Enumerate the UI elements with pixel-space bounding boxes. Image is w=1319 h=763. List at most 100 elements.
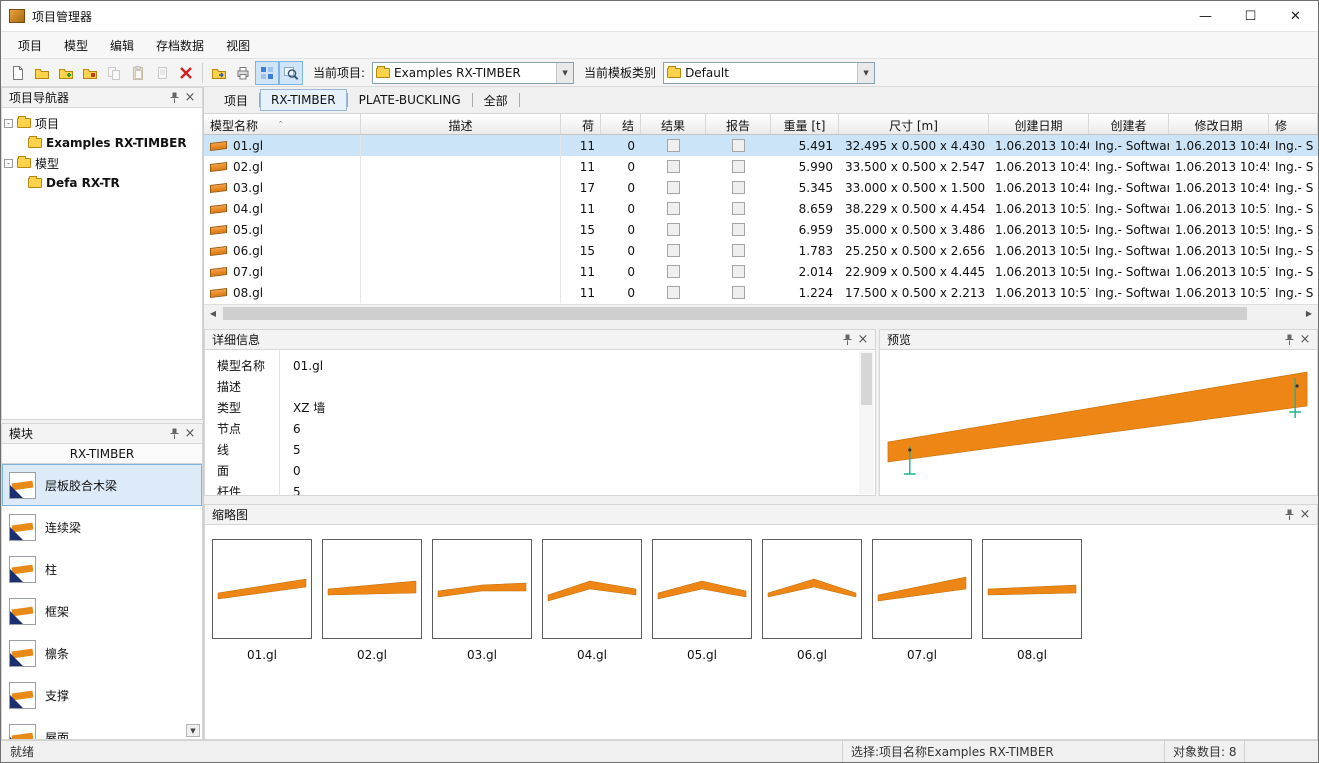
pin-icon[interactable]: [166, 90, 182, 106]
scroll-right-arrow-icon[interactable]: ▶: [1300, 305, 1318, 322]
report-checkbox[interactable]: [732, 181, 745, 194]
open-project-button[interactable]: [30, 61, 54, 85]
module-item-frame[interactable]: 框架: [2, 590, 202, 632]
copy-button[interactable]: [102, 61, 126, 85]
current-project-combo[interactable]: Examples RX-TIMBER ▼: [372, 62, 574, 84]
maximize-button[interactable]: ☐: [1228, 1, 1273, 31]
template-category-combo[interactable]: Default ▼: [663, 62, 875, 84]
report-checkbox[interactable]: [732, 223, 745, 236]
results-checkbox[interactable]: [667, 160, 680, 173]
column-header-created[interactable]: 创建日期: [989, 114, 1089, 134]
tab-plate-buckling[interactable]: PLATE-BUCKLING: [348, 89, 472, 111]
menu-item-view[interactable]: 视图: [215, 33, 261, 58]
column-header-creator[interactable]: 创建者: [1089, 114, 1169, 134]
close-panel-icon[interactable]: ×: [1297, 332, 1313, 348]
close-panel-icon[interactable]: ×: [855, 332, 871, 348]
column-header-result[interactable]: 结: [601, 114, 641, 134]
results-checkbox[interactable]: [667, 139, 680, 152]
thumbnail-item[interactable]: 07.gl: [872, 539, 972, 662]
scroll-left-arrow-icon[interactable]: ◀: [204, 305, 222, 322]
scrollbar-thumb[interactable]: [223, 307, 1247, 320]
horizontal-splitter[interactable]: [204, 321, 1318, 329]
tab-rx-timber[interactable]: RX-TIMBER: [260, 89, 347, 111]
menu-item-project[interactable]: 项目: [7, 33, 53, 58]
tree-node-examples-rx-timber[interactable]: Examples RX-TIMBER: [4, 133, 200, 153]
module-item-purlin[interactable]: 檩条: [2, 632, 202, 674]
column-header-modifier[interactable]: 修: [1269, 114, 1318, 134]
report-checkbox[interactable]: [732, 202, 745, 215]
print-button[interactable]: [231, 61, 255, 85]
column-header-modified[interactable]: 修改日期: [1169, 114, 1269, 134]
table-row[interactable]: 08.gl 11 0 1.224 17.500 x 0.500 x 2.213 …: [204, 282, 1318, 303]
results-checkbox[interactable]: [667, 223, 680, 236]
tab-all[interactable]: 全部: [473, 88, 519, 113]
module-item-roof[interactable]: 屋面: [2, 716, 202, 740]
thumbnail-item[interactable]: 08.gl: [982, 539, 1082, 662]
thumbnail-item[interactable]: 05.gl: [652, 539, 752, 662]
close-panel-icon[interactable]: ×: [182, 426, 198, 442]
import-folder-button[interactable]: [207, 61, 231, 85]
vertical-scrollbar[interactable]: [859, 351, 874, 494]
column-header-weight[interactable]: 重量 [t]: [771, 114, 839, 134]
duplicate-button[interactable]: [150, 61, 174, 85]
menu-item-archive-data[interactable]: 存档数据: [145, 33, 215, 58]
scrollbar-thumb[interactable]: [861, 353, 872, 405]
menu-item-model[interactable]: 模型: [53, 33, 99, 58]
close-panel-icon[interactable]: ×: [1297, 507, 1313, 523]
module-item-brace[interactable]: 支撑: [2, 674, 202, 716]
tree-node-default-template[interactable]: Defa RX-TR: [4, 173, 200, 193]
results-checkbox[interactable]: [667, 286, 680, 299]
column-header-report[interactable]: 报告: [706, 114, 771, 134]
report-checkbox[interactable]: [732, 286, 745, 299]
results-checkbox[interactable]: [667, 181, 680, 194]
tree-expander-icon[interactable]: -: [4, 159, 13, 168]
preview-viewport[interactable]: [879, 350, 1318, 496]
table-row[interactable]: 02.gl 11 0 5.990 33.500 x 0.500 x 2.547 …: [204, 156, 1318, 177]
table-row[interactable]: 04.gl 11 0 8.659 38.229 x 0.500 x 4.454 …: [204, 198, 1318, 219]
results-checkbox[interactable]: [667, 244, 680, 257]
combo-dropdown-arrow-icon[interactable]: ▼: [556, 63, 573, 83]
module-item-column[interactable]: 柱: [2, 548, 202, 590]
table-row[interactable]: 01.gl 11 0 5.491 32.495 x 0.500 x 4.430 …: [204, 135, 1318, 156]
pin-icon[interactable]: [839, 332, 855, 348]
module-item-continuous-beam[interactable]: 连续梁: [2, 506, 202, 548]
menu-item-edit[interactable]: 编辑: [99, 33, 145, 58]
tab-project[interactable]: 项目: [213, 88, 259, 113]
archive-folder-button[interactable]: [78, 61, 102, 85]
report-checkbox[interactable]: [732, 139, 745, 152]
column-header-description[interactable]: 描述: [361, 114, 561, 134]
pin-icon[interactable]: [166, 426, 182, 442]
connect-folder-button[interactable]: [54, 61, 78, 85]
delete-button[interactable]: [174, 61, 198, 85]
tree-node-project[interactable]: - 项目: [4, 113, 200, 133]
tree-expander-icon[interactable]: -: [4, 119, 13, 128]
report-checkbox[interactable]: [732, 160, 745, 173]
minimize-button[interactable]: —: [1183, 1, 1228, 31]
horizontal-splitter[interactable]: [204, 496, 1318, 504]
thumbnail-item[interactable]: 03.gl: [432, 539, 532, 662]
pin-icon[interactable]: [1281, 507, 1297, 523]
table-row[interactable]: 05.gl 15 0 6.959 35.000 x 0.500 x 3.486 …: [204, 219, 1318, 240]
modules-scroll-down-button[interactable]: ▼: [186, 724, 200, 737]
close-panel-icon[interactable]: ×: [182, 90, 198, 106]
table-row[interactable]: 03.gl 17 0 5.345 33.000 x 0.500 x 1.500 …: [204, 177, 1318, 198]
preview-search-toggle[interactable]: [279, 61, 303, 85]
report-checkbox[interactable]: [732, 265, 745, 278]
horizontal-scrollbar[interactable]: ◀ ▶: [204, 304, 1318, 321]
column-header-results[interactable]: 结果: [641, 114, 706, 134]
thumbnail-item[interactable]: 04.gl: [542, 539, 642, 662]
column-header-size[interactable]: 尺寸 [m]: [839, 114, 989, 134]
close-button[interactable]: ✕: [1273, 1, 1318, 31]
scrollbar-track[interactable]: [1248, 307, 1300, 320]
column-header-name[interactable]: 模型名称＾: [204, 114, 361, 134]
tree-node-model[interactable]: - 模型: [4, 153, 200, 173]
tiles-view-toggle[interactable]: [255, 61, 279, 85]
modules-group-header[interactable]: RX-TIMBER: [2, 444, 202, 464]
table-row[interactable]: 07.gl 11 0 2.014 22.909 x 0.500 x 4.445 …: [204, 261, 1318, 282]
thumbnail-item[interactable]: 06.gl: [762, 539, 862, 662]
results-checkbox[interactable]: [667, 202, 680, 215]
paste-button[interactable]: [126, 61, 150, 85]
new-project-button[interactable]: [6, 61, 30, 85]
pin-icon[interactable]: [1281, 332, 1297, 348]
thumbnail-item[interactable]: 02.gl: [322, 539, 422, 662]
